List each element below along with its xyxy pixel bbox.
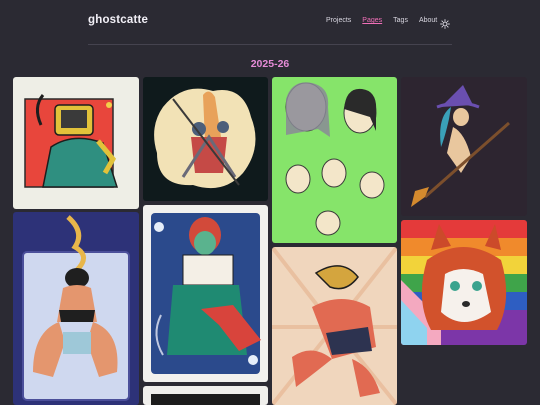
site-logo[interactable]: ghostcatte	[88, 14, 148, 26]
artwork-seated-figure[interactable]	[13, 212, 139, 405]
nav-tags[interactable]: Tags	[393, 17, 408, 24]
sun-icon[interactable]	[440, 16, 450, 29]
nav-about[interactable]: About	[419, 17, 437, 24]
main-nav: Projects Pages Tags About	[326, 17, 448, 24]
artwork-fox-portrait[interactable]	[401, 220, 527, 345]
nav-pages[interactable]: Pages	[362, 17, 382, 24]
header-divider	[88, 44, 452, 45]
artwork-tv-head-character[interactable]	[13, 77, 139, 209]
artwork-crouching-figure[interactable]	[272, 247, 397, 405]
site-header: ghostcatte Projects Pages Tags About	[0, 0, 540, 44]
artwork-partial-bottom[interactable]	[143, 386, 268, 405]
artwork-character-sketches[interactable]	[272, 77, 397, 243]
nav-projects[interactable]: Projects	[326, 17, 351, 24]
artwork-dragon-knights[interactable]	[143, 77, 268, 201]
artwork-witch-on-broom[interactable]	[401, 77, 527, 216]
artwork-queen-card[interactable]	[143, 205, 268, 382]
year-heading: 2025-26	[250, 58, 290, 70]
